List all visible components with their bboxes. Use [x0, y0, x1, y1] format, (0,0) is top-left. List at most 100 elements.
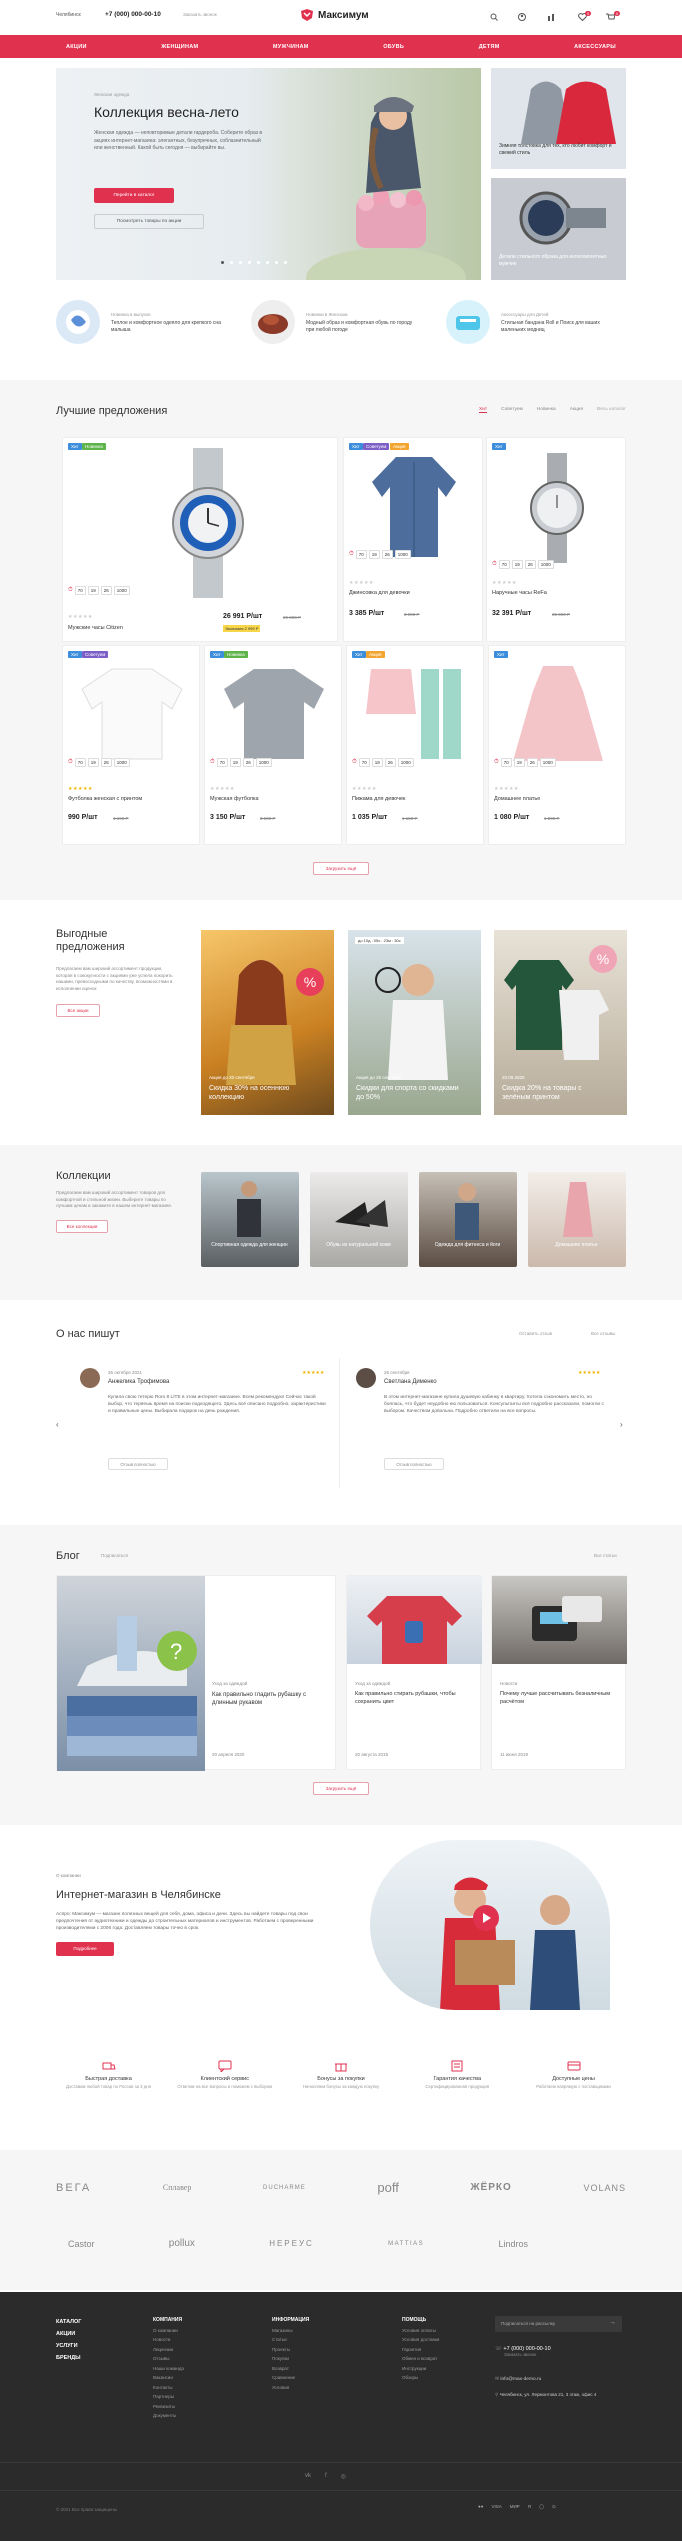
product-name[interactable]: Джинсовка для девочки [349, 590, 410, 596]
city-selector[interactable]: Челябинск [56, 12, 81, 18]
collection-card[interactable]: Спортивная одежда для женщин [201, 1172, 299, 1267]
tab-hit[interactable]: Хит [479, 407, 488, 413]
side-banner-hoodie[interactable]: Зимняя толстовка для тех, кто любит комф… [491, 68, 626, 169]
footer-link[interactable]: Проекты [272, 2345, 309, 2355]
footer-link[interactable]: Услуги [56, 2340, 81, 2352]
vk-icon[interactable]: vk [305, 2473, 311, 2480]
load-more-articles-button[interactable]: Загрузить ещё [313, 1782, 369, 1795]
collection-card[interactable]: Одежда для фитнеса и йоги [419, 1172, 517, 1267]
footer-link[interactable]: Документы [153, 2411, 184, 2421]
header-phone[interactable]: +7 (000) 000-00-10 [105, 11, 161, 18]
callback-link[interactable]: Заказать звонок [183, 12, 217, 17]
logo[interactable]: Максимум [300, 9, 369, 21]
footer-link[interactable]: Вакансии [153, 2373, 184, 2383]
blog-card-large[interactable]: ? Уход за одеждой Как правильно гладить … [56, 1575, 336, 1771]
blog-title[interactable]: Почему лучше рассчитывать безналичным ра… [500, 1691, 620, 1706]
reviews-prev-arrow[interactable]: ‹ [56, 1420, 59, 1429]
product-name[interactable]: Домашнее платье [494, 796, 540, 802]
footer-link[interactable]: Новости [153, 2335, 184, 2345]
footer-link[interactable]: Акции [56, 2328, 81, 2340]
footer-link[interactable]: Лицензии [153, 2345, 184, 2355]
user-icon[interactable] [518, 13, 526, 21]
all-collections-button[interactable]: Все коллекции [56, 1219, 108, 1233]
footer-link[interactable]: Обмен и возврат [402, 2354, 439, 2364]
brand-logo[interactable]: DUCHARME [263, 2185, 306, 2191]
product-card[interactable]: Хит ⏱ 70 19 26 1000 ★★★★★ Домашнее платье 1 … [488, 645, 626, 845]
blog-title[interactable]: Как правильно стирать рубашки, чтобы сох… [355, 1691, 475, 1706]
tab-new[interactable]: Новинка [537, 407, 556, 413]
footer-link[interactable]: Покупки [272, 2354, 309, 2364]
footer-link[interactable]: Магазины [272, 2326, 309, 2336]
footer-link[interactable]: Бренды [56, 2352, 81, 2364]
brand-logo[interactable]: pollux [169, 2238, 195, 2249]
brand-logo[interactable]: ВЕГА [56, 2182, 91, 2194]
footer-link[interactable]: Отзывы [153, 2354, 184, 2364]
about-more-button[interactable]: Подробнее [56, 1942, 114, 1956]
brand-logo[interactable]: НЕРЕУС [269, 2239, 314, 2248]
footer-link[interactable]: Условия доставки [402, 2335, 439, 2345]
footer-link[interactable]: Реквизиты [153, 2402, 184, 2412]
brand-logo[interactable]: Lindros [498, 2239, 528, 2249]
load-more-products-button[interactable]: Загрузить ещё [313, 862, 369, 875]
footer-link[interactable]: Инструкции [402, 2364, 439, 2374]
hero-sale-button[interactable]: Посмотреть товары по акции [94, 214, 204, 229]
footer-link[interactable]: Партнеры [153, 2392, 184, 2402]
blog-card[interactable]: Уход за одеждой Как правильно стирать ру… [346, 1575, 482, 1770]
nav-item-shoes[interactable]: Обувь [383, 44, 404, 50]
compare-icon[interactable] [547, 13, 556, 21]
footer-link[interactable]: Статьи [272, 2335, 309, 2345]
nav-item-accessories[interactable]: Аксессуары [574, 44, 616, 50]
footer-link[interactable]: Обзоры [402, 2373, 439, 2383]
brand-logo[interactable]: MATTIAS [388, 2241, 424, 2247]
blog-subscribe-link[interactable]: Подписаться [101, 1553, 128, 1558]
product-name[interactable]: Пижама для девочек [352, 796, 405, 802]
offer-card[interactable]: % 20.09.2020 Скидка 20% на товары с зелё… [494, 930, 627, 1115]
tab-recommend[interactable]: Советуем [501, 407, 523, 413]
all-catalog-link[interactable]: Весь каталог [597, 407, 626, 413]
nav-item-sale[interactable]: Акции [66, 44, 87, 50]
footer-link[interactable]: Каталог [56, 2316, 81, 2328]
product-card[interactable]: Хит Акция ⏱ 70 19 26 1000 ★★★★★ Пижама для д… [346, 645, 484, 845]
brand-logo[interactable]: ЖЁРКО [471, 2182, 512, 2193]
product-name[interactable]: Футболка женская с принтом [68, 796, 142, 802]
nav-item-kids[interactable]: Детям [479, 44, 500, 50]
brand-logo[interactable]: VOLANS [583, 2183, 626, 2193]
product-card[interactable]: Хит Советуем ⏱ 70 19 26 1000 ★★★★★ Футболка … [62, 645, 200, 845]
product-name[interactable]: Наручные часы ReFa [492, 590, 547, 596]
subscribe-input[interactable]: Подписаться на рассылку → [495, 2316, 622, 2332]
feature-item[interactable]: Новинка в выпуске Теплое и комфортное од… [56, 300, 236, 347]
offer-card[interactable]: % Акция до 20 сентября Скидка 30% на осе… [201, 930, 334, 1115]
play-button[interactable] [473, 1905, 499, 1931]
all-reviews-link[interactable]: Все отзывы [591, 1331, 615, 1336]
reviews-next-arrow[interactable]: › [620, 1420, 623, 1429]
about-video[interactable] [370, 1840, 610, 2010]
footer-link[interactable]: Контакты [153, 2383, 184, 2393]
footer-callback-link[interactable]: Заказать звонок [504, 2352, 551, 2357]
footer-link[interactable]: Условия оплаты [402, 2326, 439, 2336]
brand-logo[interactable]: Castor [68, 2239, 95, 2249]
instagram-icon[interactable]: ◎ [341, 2473, 346, 2480]
product-card[interactable]: Хит ⏱ 70 19 26 1000 ★★★★★ Наручные часы ReFa… [486, 437, 626, 642]
tab-sale[interactable]: Акция [570, 407, 583, 413]
feature-item[interactable]: Аксессуары для Детей Стильная бандана Ro… [446, 300, 626, 347]
nav-item-women[interactable]: Женщинам [161, 44, 198, 50]
product-card[interactable]: Хит Советуем Акция ⏱ 70 19 26 1000 ★★★★★ Джи… [343, 437, 483, 642]
review-read-more-button[interactable]: Отзыв полностью [384, 1458, 444, 1470]
review-read-more-button[interactable]: Отзыв полностью [108, 1458, 168, 1470]
footer-link[interactable]: О компании [153, 2326, 184, 2336]
blog-card[interactable]: Новости Почему лучше рассчитывать безнал… [491, 1575, 627, 1770]
feature-item[interactable]: Новинки в Женском Модный образ и комфорт… [251, 300, 431, 347]
product-card[interactable]: Хит Новинка ⏱ 70 19 26 1000 ★★★★★ Мужские ча… [62, 437, 338, 642]
collection-card[interactable]: Домашнее платье [528, 1172, 626, 1267]
collection-card[interactable]: Обувь из натуральной кожи [310, 1172, 408, 1267]
footer-link[interactable]: Сравнение [272, 2373, 309, 2383]
facebook-icon[interactable]: f [325, 2473, 327, 2480]
blog-title[interactable]: Как правильно гладить рубашку с длинным … [212, 1691, 327, 1707]
hero-banner[interactable]: Женская одежда Коллекция весна-лето Женс… [56, 68, 481, 280]
product-name[interactable]: Мужские часы Citizen [68, 625, 123, 631]
product-name[interactable]: Мужская футболка [210, 796, 259, 802]
side-banner-watch[interactable]: Детали стильного образа для интеллигентн… [491, 178, 626, 280]
add-review-link[interactable]: Оставить отзыв [519, 1331, 552, 1336]
search-icon[interactable] [490, 13, 498, 21]
product-card[interactable]: Хит Новинка ⏱ 70 19 26 1000 ★★★★★ Мужская фу… [204, 645, 342, 845]
